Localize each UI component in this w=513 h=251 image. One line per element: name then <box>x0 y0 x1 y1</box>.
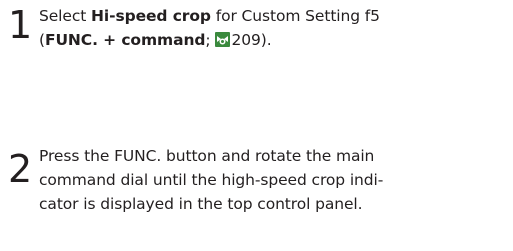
instruction-line: cator is displayed in the top control pa… <box>39 195 363 213</box>
page-reference-icon <box>214 32 230 47</box>
instruction-line: (FUNC. + command; 209). <box>39 28 509 52</box>
step-number: 1 <box>8 3 33 47</box>
instruction-line: Select Hi-speed crop for Custom Setting … <box>39 4 509 28</box>
step-number: 2 <box>8 147 33 191</box>
menu-path: FUNC. + command <box>44 31 206 49</box>
text-suffix: for Custom Setting f5 <box>210 7 380 25</box>
page-reference: 209). <box>231 31 272 49</box>
step-instruction: Press the FUNC. button and rotate the ma… <box>39 144 509 216</box>
text-prefix: Select <box>39 7 92 25</box>
step-instruction: Select Hi-speed crop for Custom Setting … <box>39 4 509 52</box>
instruction-line: command dial until the high-speed crop i… <box>39 171 384 189</box>
menu-option-name: Hi-speed crop <box>91 7 211 25</box>
semicolon: ; <box>205 31 211 49</box>
instruction-line: Press the FUNC. button and rotate the ma… <box>39 147 375 165</box>
